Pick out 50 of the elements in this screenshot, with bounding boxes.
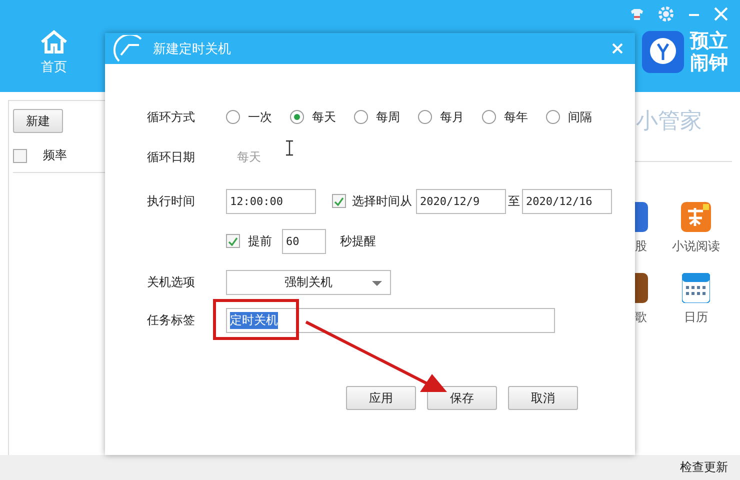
app-icon[interactable] (634, 202, 648, 232)
checkbox-label: 提前 (248, 232, 272, 250)
seconds-field[interactable]: 60 (282, 228, 326, 254)
shirt-icon[interactable] (630, 8, 644, 20)
date-field[interactable]: 2020/12/16 (522, 188, 612, 214)
brand-name: 预立 闹钟 (690, 30, 728, 74)
tag-field[interactable]: 定时关机 (226, 308, 555, 332)
select-all-checkbox[interactable] (13, 148, 27, 162)
field-label: 执行时间 (147, 192, 196, 210)
time-field[interactable]: 12:00:00 (226, 188, 316, 214)
field-label: 任务标签 (147, 312, 196, 328)
close-icon[interactable] (612, 43, 623, 54)
radio-option[interactable]: 每周 (354, 108, 400, 126)
radio-option[interactable]: 间隔 (546, 108, 592, 126)
alarm-clock-logo-icon (642, 31, 684, 73)
field-label: 循环方式 (147, 108, 196, 126)
field-label: 关机选项 (147, 274, 196, 290)
new-button[interactable]: 新建 (13, 109, 63, 133)
shutdown-dropdown[interactable]: 强制关机 (226, 270, 391, 294)
radio-option[interactable]: 每年 (482, 108, 528, 126)
checkbox[interactable] (226, 234, 240, 248)
dialog-title: 新建定时关机 (153, 40, 232, 58)
date-value: 每天 (237, 148, 261, 166)
settings-icon[interactable] (658, 6, 674, 22)
calendar-icon[interactable] (682, 273, 710, 303)
caret-icon (372, 280, 382, 286)
checkbox-label: 选择时间从 (352, 192, 412, 210)
radio-option[interactable]: 每月 (418, 108, 464, 126)
app-label: 歌 (635, 309, 647, 326)
text-cursor-icon (286, 140, 293, 156)
checkbox[interactable] (332, 194, 346, 208)
radio-option[interactable]: 每天 (290, 108, 336, 126)
seconds-label: 秒提醒 (340, 232, 376, 250)
close-icon[interactable] (714, 7, 728, 21)
range-separator: 至 (508, 192, 520, 210)
column-header: 频率 (43, 147, 67, 164)
app-icon[interactable] (634, 273, 648, 303)
book-app-icon[interactable] (681, 202, 711, 232)
field-label: 循环日期 (147, 148, 196, 166)
app-label: 股 (635, 238, 647, 255)
app-label: 小说阅读 (672, 238, 720, 255)
home-icon (40, 30, 68, 54)
check-update-link[interactable]: 检查更新 (680, 459, 728, 476)
app-label: 日历 (684, 309, 708, 326)
radio-option[interactable]: 一次 (226, 108, 272, 126)
promo-title: 小管家 (635, 108, 703, 136)
dialog-button[interactable]: 保存 (427, 386, 497, 410)
date-field[interactable]: 2020/12/9 (416, 188, 506, 214)
dialog-button[interactable]: 应用 (346, 386, 416, 410)
dialog-button[interactable]: 取消 (508, 386, 578, 410)
